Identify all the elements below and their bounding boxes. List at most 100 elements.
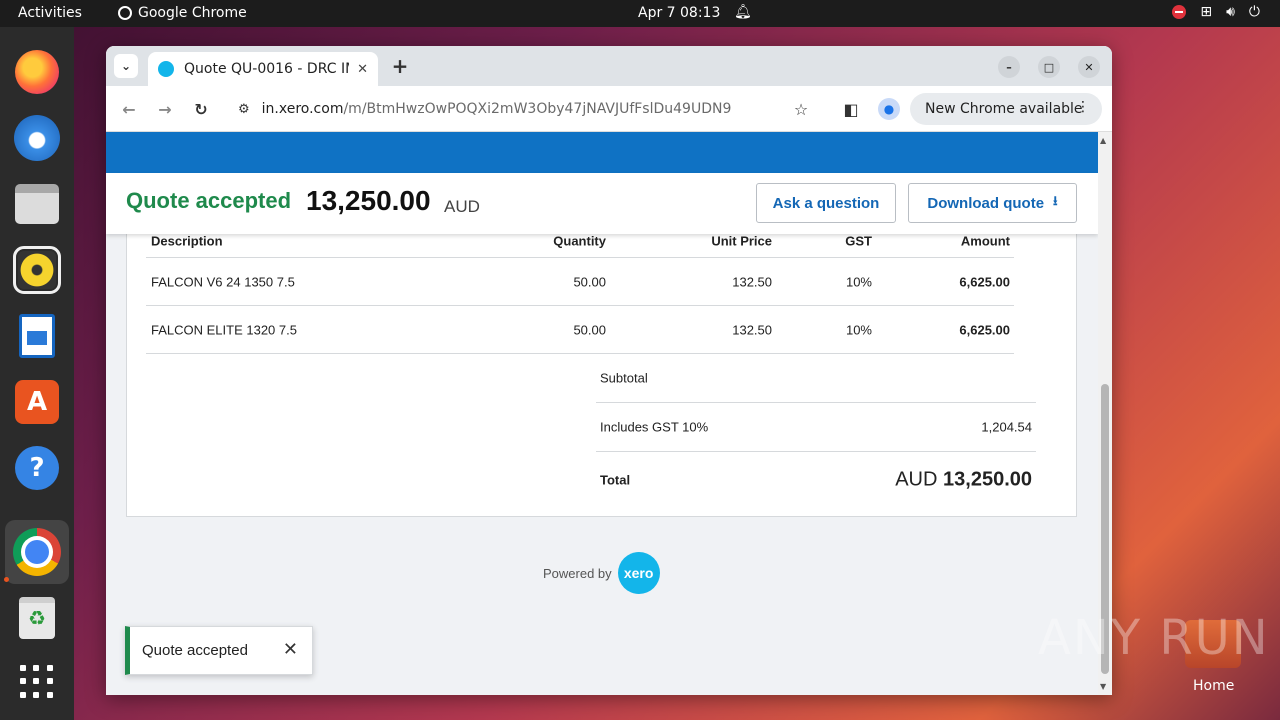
app-center-icon: A (15, 380, 59, 424)
table-row: FALCON V6 24 1350 7.5 50.00 132.50 10% 6… (146, 258, 1014, 306)
quote-currency: AUD (444, 197, 480, 216)
window-close-button[interactable]: ✕ (1078, 56, 1100, 78)
quote-summary-bar: Quote accepted 13,250.00 AUD Ask a quest… (106, 173, 1098, 234)
gst-value: 1,204.54 (981, 419, 1032, 435)
maximize-button[interactable]: □ (1038, 56, 1060, 78)
url-host: in.xero.com (261, 101, 344, 117)
grid-icon (20, 665, 54, 699)
dock-item-chrome[interactable] (5, 520, 69, 584)
do-not-disturb-icon[interactable] (1172, 5, 1187, 19)
ask-question-button[interactable]: Ask a question (756, 183, 896, 223)
tab-close-icon[interactable]: ✕ (357, 62, 368, 77)
col-unit-price: Unit Price (711, 233, 772, 248)
network-icon[interactable]: ⊞ (1200, 4, 1212, 20)
scroll-up-arrow-icon[interactable]: ▲ (1100, 136, 1106, 145)
toast-notification: Quote accepted ✕ (125, 626, 313, 675)
dock-item-firefox[interactable] (12, 47, 62, 97)
kebab-menu-icon[interactable]: ⋮ (1076, 99, 1090, 115)
system-top-bar: Activities Google Chrome Apr 7 08:13 🔔︎ … (0, 0, 1280, 27)
dock-item-help[interactable]: ? (12, 443, 62, 493)
url-path: /m/BtmHwzOwPOQXi2mW3Oby47jNAVJUfFslDu49U… (343, 101, 732, 117)
dock-item-files[interactable] (12, 179, 62, 229)
anyrun-watermark: ANY RUN (1038, 610, 1270, 666)
dock-item-app-center[interactable]: A (12, 377, 62, 427)
powered-by: Powered by xero (543, 552, 660, 594)
home-label[interactable]: Home (1193, 678, 1234, 694)
item-description: FALCON ELITE 1320 7.5 (151, 322, 297, 337)
tab-search-button[interactable]: ⌄ (114, 54, 138, 78)
xero-logo[interactable]: xero (617, 552, 660, 594)
item-amount: 6,625.00 (959, 274, 1010, 289)
browser-toolbar: ← → ↻ ⚙ in.xero.com/m/BtmHwzOwPOQXi2mW3O… (106, 86, 1112, 132)
download-quote-label: Download quote (927, 194, 1045, 212)
trash-icon: ♻ (19, 597, 55, 639)
download-quote-button[interactable]: Download quote ⭳ (908, 183, 1077, 223)
running-indicator (4, 577, 9, 582)
scroll-down-arrow-icon[interactable]: ▼ (1100, 682, 1106, 691)
col-gst: GST (845, 233, 872, 248)
bell-icon[interactable]: 🔔︎ (734, 4, 752, 20)
app-name: Google Chrome (138, 5, 247, 21)
power-icon[interactable]: ⏻ (1249, 4, 1260, 20)
back-button[interactable]: ← (118, 98, 140, 120)
toast-close-icon[interactable]: ✕ (283, 639, 298, 660)
toast-message: Quote accepted (142, 642, 248, 659)
tab-strip: ⌄ Quote QU-0016 - DRC IM ✕ + – □ ✕ (106, 46, 1112, 86)
col-description: Description (151, 233, 223, 248)
total-value: 13,250.00 (943, 468, 1032, 491)
item-quantity: 50.00 (573, 322, 606, 337)
browser-window: ⌄ Quote QU-0016 - DRC IM ✕ + – □ ✕ ← → ↻… (106, 46, 1112, 695)
col-amount: Amount (960, 233, 1010, 248)
help-icon: ? (15, 446, 59, 490)
col-quantity: Quantity (553, 233, 606, 248)
item-gst: 10% (845, 274, 872, 289)
tab-title: Quote QU-0016 - DRC IM (184, 61, 350, 77)
bookmark-star-icon[interactable]: ☆ (790, 98, 812, 120)
files-icon (15, 184, 59, 224)
profile-avatar-icon[interactable]: ● (878, 98, 900, 120)
new-chrome-available-button[interactable]: New Chrome available ⋮ (910, 93, 1102, 125)
total-amount: AUD 13,250.00 (895, 469, 1032, 492)
update-label: New Chrome available (925, 101, 1083, 117)
item-gst: 10% (845, 322, 872, 337)
total-label: Total (600, 472, 631, 488)
dock-item-writer[interactable] (12, 311, 62, 361)
reload-button[interactable]: ↻ (190, 98, 212, 120)
table-row: FALCON ELITE 1320 7.5 50.00 132.50 10% 6… (146, 306, 1014, 354)
app-menu[interactable]: Google Chrome (118, 5, 247, 21)
total-row: Total AUD 13,250.00 (596, 452, 1036, 508)
xero-favicon-icon (158, 61, 174, 77)
rhythmbox-icon (13, 246, 61, 294)
new-tab-button[interactable]: + (388, 54, 412, 78)
activities-button[interactable]: Activities (18, 5, 82, 21)
subtotal-label: Subtotal (600, 370, 648, 386)
system-tray[interactable]: ⊞ 🔊︎ ⏻ (1172, 4, 1260, 20)
dock-item-trash[interactable]: ♻ (12, 593, 62, 643)
side-panel-icon[interactable]: ◧ (840, 98, 862, 120)
total-currency: AUD (895, 468, 938, 491)
gst-row: Includes GST 10% 1,204.54 (596, 403, 1036, 452)
site-info-icon[interactable]: ⚙ (238, 102, 250, 117)
chrome-small-icon (118, 6, 132, 20)
ask-question-label: Ask a question (772, 194, 880, 212)
powered-by-label: Powered by (543, 565, 612, 581)
dock: A ? ♻ (0, 27, 74, 720)
volume-icon[interactable]: 🔊︎ (1226, 4, 1235, 20)
forward-button[interactable]: → (154, 98, 176, 120)
tab-active[interactable]: Quote QU-0016 - DRC IM ✕ (148, 52, 378, 86)
chrome-icon (13, 528, 61, 576)
writer-icon (19, 314, 55, 358)
item-unit-price: 132.50 (732, 322, 772, 337)
dock-item-show-apps[interactable] (12, 657, 62, 707)
address-bar[interactable]: ⚙ in.xero.com/m/BtmHwzOwPOQXi2mW3Oby47jN… (226, 92, 822, 126)
item-unit-price: 132.50 (732, 274, 772, 289)
xero-quote-page: Description Quantity Unit Price GST Amou… (106, 132, 1098, 695)
minimize-button[interactable]: – (998, 56, 1020, 78)
thunderbird-icon (14, 115, 60, 161)
item-description: FALCON V6 24 1350 7.5 (151, 274, 295, 289)
clock[interactable]: Apr 7 08:13 (638, 5, 720, 21)
dock-item-rhythmbox[interactable] (12, 245, 62, 295)
subtotal-row: Subtotal (596, 354, 1036, 403)
dock-item-thunderbird[interactable] (12, 113, 62, 163)
download-icon: ⭳ (1053, 193, 1058, 208)
